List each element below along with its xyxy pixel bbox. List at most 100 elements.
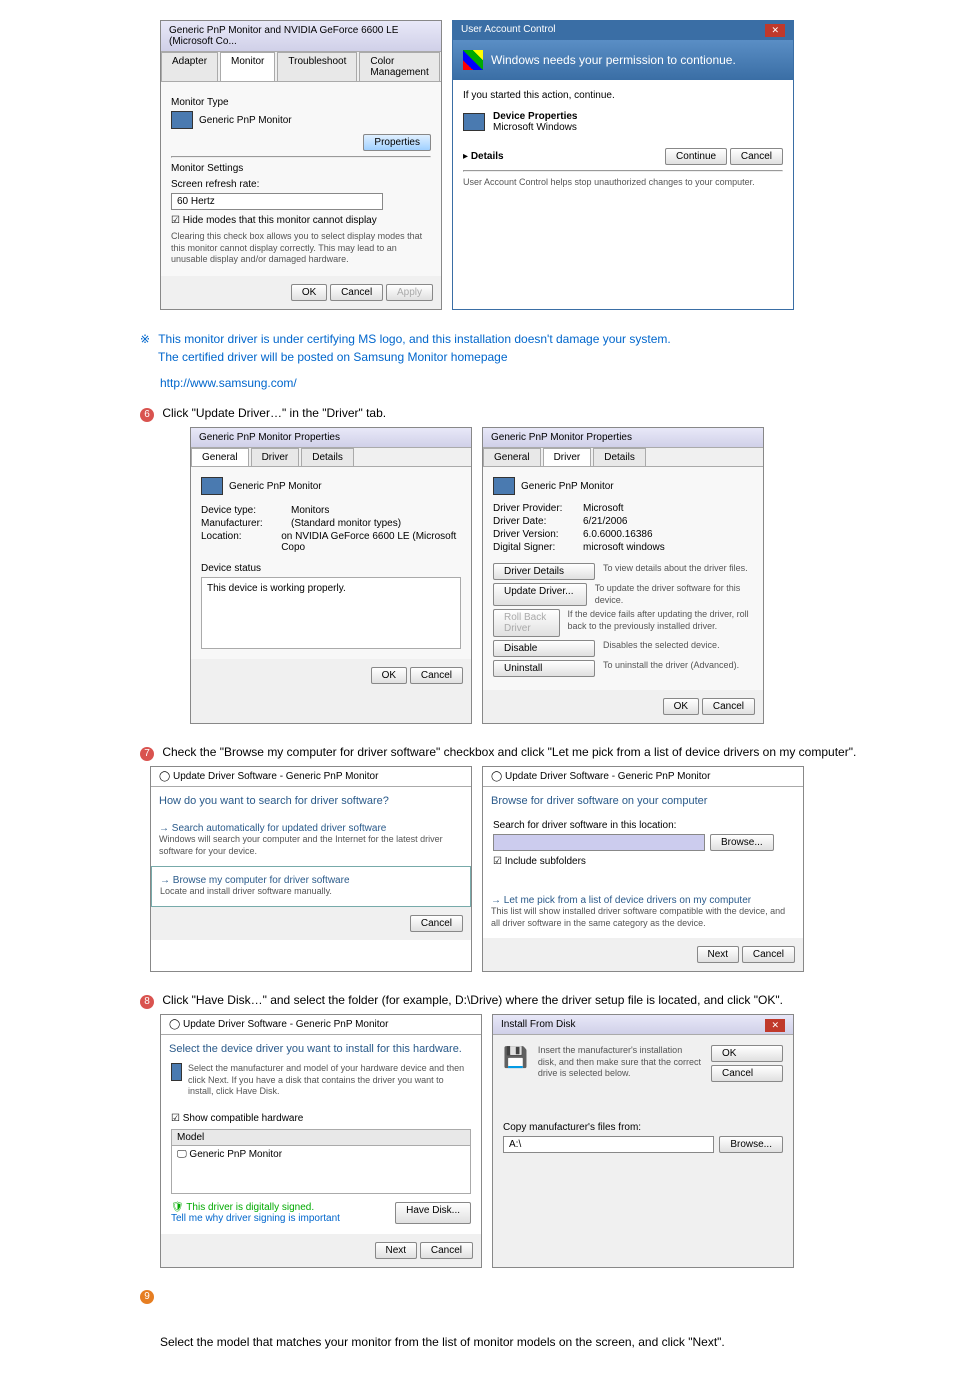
show-compat-checkbox[interactable]: ☑ Show compatible hardware [171, 1113, 471, 1124]
wizard-heading: Browse for driver software on your compu… [483, 787, 803, 815]
pnp-driver-dialog: Generic PnP Monitor Properties General D… [482, 427, 764, 724]
wizard-heading: Select the device driver you want to ins… [161, 1035, 481, 1063]
pick-from-list-option[interactable]: → Let me pick from a list of device driv… [483, 887, 803, 937]
step9-text: Select the model that matches your monit… [160, 1334, 894, 1351]
properties-button[interactable]: Properties [363, 134, 431, 151]
tab-details[interactable]: Details [301, 448, 354, 466]
step7: 7 Check the "Browse my computer for driv… [140, 744, 894, 761]
cancel-button[interactable]: Cancel [410, 667, 463, 684]
tab-general[interactable]: General [191, 448, 249, 466]
step-num-9: 9 [140, 1290, 154, 1304]
ok-button[interactable]: OK [291, 284, 327, 301]
step6: 6 Click "Update Driver…" in the "Driver"… [140, 405, 894, 422]
next-button[interactable]: Next [375, 1242, 418, 1259]
have-disk-button[interactable]: Have Disk... [395, 1202, 471, 1224]
dialog-title: ◯ Update Driver Software - Generic PnP M… [483, 767, 803, 787]
instruct-text: Select the manufacturer and model of you… [188, 1063, 471, 1098]
details-toggle[interactable]: ▸ Details [463, 151, 504, 162]
monitor-type-value: Generic PnP Monitor [199, 115, 292, 126]
browse-computer-option[interactable]: → Browse my computer for driver software… [151, 866, 471, 907]
ms-windows-label: Microsoft Windows [493, 122, 578, 133]
browse-button[interactable]: Browse... [710, 834, 774, 851]
monitor-icon [171, 111, 193, 129]
tab-general[interactable]: General [483, 448, 541, 466]
status-box: This device is working properly. [201, 577, 461, 649]
monitor-icon [171, 1063, 182, 1081]
tab-color[interactable]: Color Management [359, 52, 439, 81]
tab-troubleshoot[interactable]: Troubleshoot [277, 52, 357, 81]
update-driver-button[interactable]: Update Driver... [493, 583, 587, 606]
hide-modes-desc: Clearing this check box allows you to se… [171, 231, 431, 266]
tab-details[interactable]: Details [593, 448, 646, 466]
search-auto-option[interactable]: → Search automatically for updated drive… [151, 815, 471, 865]
wizard-heading: How do you want to search for driver sof… [151, 787, 471, 815]
dialog-title: Install From Disk ✕ [493, 1015, 793, 1035]
apply-button[interactable]: Apply [386, 284, 433, 301]
path-input[interactable] [493, 834, 705, 851]
uac-banner-text: Windows needs your permission to contion… [491, 53, 736, 67]
pnp-general-dialog: Generic PnP Monitor Properties General D… [190, 427, 472, 724]
include-subfolders-checkbox[interactable]: ☑ Include subfolders [493, 856, 793, 867]
path-input[interactable]: A:\ [503, 1136, 714, 1153]
dialog-title: Generic PnP Monitor Properties [191, 428, 471, 448]
monitor-type-label: Monitor Type [171, 97, 431, 108]
tab-driver[interactable]: Driver [251, 448, 300, 466]
wizard-search-dialog: ◯ Update Driver Software - Generic PnP M… [150, 766, 472, 971]
driver-details-button[interactable]: Driver Details [493, 563, 595, 580]
close-icon[interactable]: ✕ [765, 24, 785, 37]
step-num-8: 8 [140, 995, 154, 1009]
cancel-button[interactable]: Cancel [742, 946, 795, 963]
rollback-button[interactable]: Roll Back Driver [493, 609, 560, 637]
dialog-title: Generic PnP Monitor Properties [483, 428, 763, 448]
refresh-select[interactable]: 60 Hertz [171, 193, 383, 210]
device-name: Generic PnP Monitor [229, 481, 322, 492]
monitor-icon [201, 477, 223, 495]
step-num-6: 6 [140, 408, 154, 422]
continue-button[interactable]: Continue [665, 148, 727, 165]
device-props-label: Device Properties [493, 111, 578, 122]
model-header: Model [172, 1130, 470, 1146]
cancel-button[interactable]: Cancel [420, 1242, 473, 1259]
ok-button[interactable]: OK [663, 698, 699, 715]
dialog-title: ◯ Update Driver Software - Generic PnP M… [161, 1015, 481, 1035]
monitor-icon [493, 477, 515, 495]
cancel-button[interactable]: Cancel [330, 284, 383, 301]
instruct-text: Insert the manufacturer's installation d… [538, 1045, 701, 1082]
cancel-button[interactable]: Cancel [410, 915, 463, 932]
samsung-link[interactable]: http://www.samsung.com/ [160, 376, 894, 390]
status-label: Device status [201, 563, 461, 574]
uac-banner: Windows needs your permission to contion… [453, 40, 793, 80]
cancel-button[interactable]: Cancel [702, 698, 755, 715]
uac-footer-text: User Account Control helps stop unauthor… [463, 177, 783, 189]
monitor-icon [463, 113, 485, 131]
dialog-title: Generic PnP Monitor and NVIDIA GeForce 6… [161, 21, 441, 52]
cancel-button[interactable]: Cancel [730, 148, 783, 165]
disable-button[interactable]: Disable [493, 640, 595, 657]
tab-monitor[interactable]: Monitor [220, 52, 275, 81]
tab-driver[interactable]: Driver [543, 448, 592, 466]
model-item[interactable]: 🖵 Generic PnP Monitor [172, 1146, 470, 1163]
shield-icon [463, 50, 483, 70]
step-num-7: 7 [140, 747, 154, 761]
browse-button[interactable]: Browse... [719, 1136, 783, 1153]
install-from-disk-dialog: Install From Disk ✕ 💾 Insert the manufac… [492, 1014, 794, 1268]
ok-button[interactable]: OK [711, 1045, 783, 1062]
wizard-browse-dialog: ◯ Update Driver Software - Generic PnP M… [482, 766, 804, 971]
search-label: Search for driver software in this locat… [493, 820, 793, 831]
copy-label: Copy manufacturer's files from: [503, 1122, 783, 1133]
monitor-settings-label: Monitor Settings [171, 163, 431, 174]
cancel-button[interactable]: Cancel [711, 1065, 783, 1082]
dialog-title: ◯ Update Driver Software - Generic PnP M… [151, 767, 471, 787]
next-button[interactable]: Next [697, 946, 740, 963]
ok-button[interactable]: OK [371, 667, 407, 684]
disk-icon: 💾 [503, 1045, 528, 1082]
tab-adapter[interactable]: Adapter [161, 52, 218, 81]
uac-titlebar: User Account Control ✕ [453, 21, 793, 40]
refresh-label: Screen refresh rate: [171, 179, 431, 190]
close-icon[interactable]: ✕ [765, 1019, 785, 1032]
device-name: Generic PnP Monitor [521, 481, 614, 492]
hide-modes-checkbox[interactable]: ☑ Hide modes that this monitor cannot di… [171, 215, 431, 226]
monitor-properties-dialog: Generic PnP Monitor and NVIDIA GeForce 6… [160, 20, 442, 310]
uninstall-button[interactable]: Uninstall [493, 660, 595, 677]
tell-me-link[interactable]: Tell me why driver signing is important [171, 1213, 340, 1224]
